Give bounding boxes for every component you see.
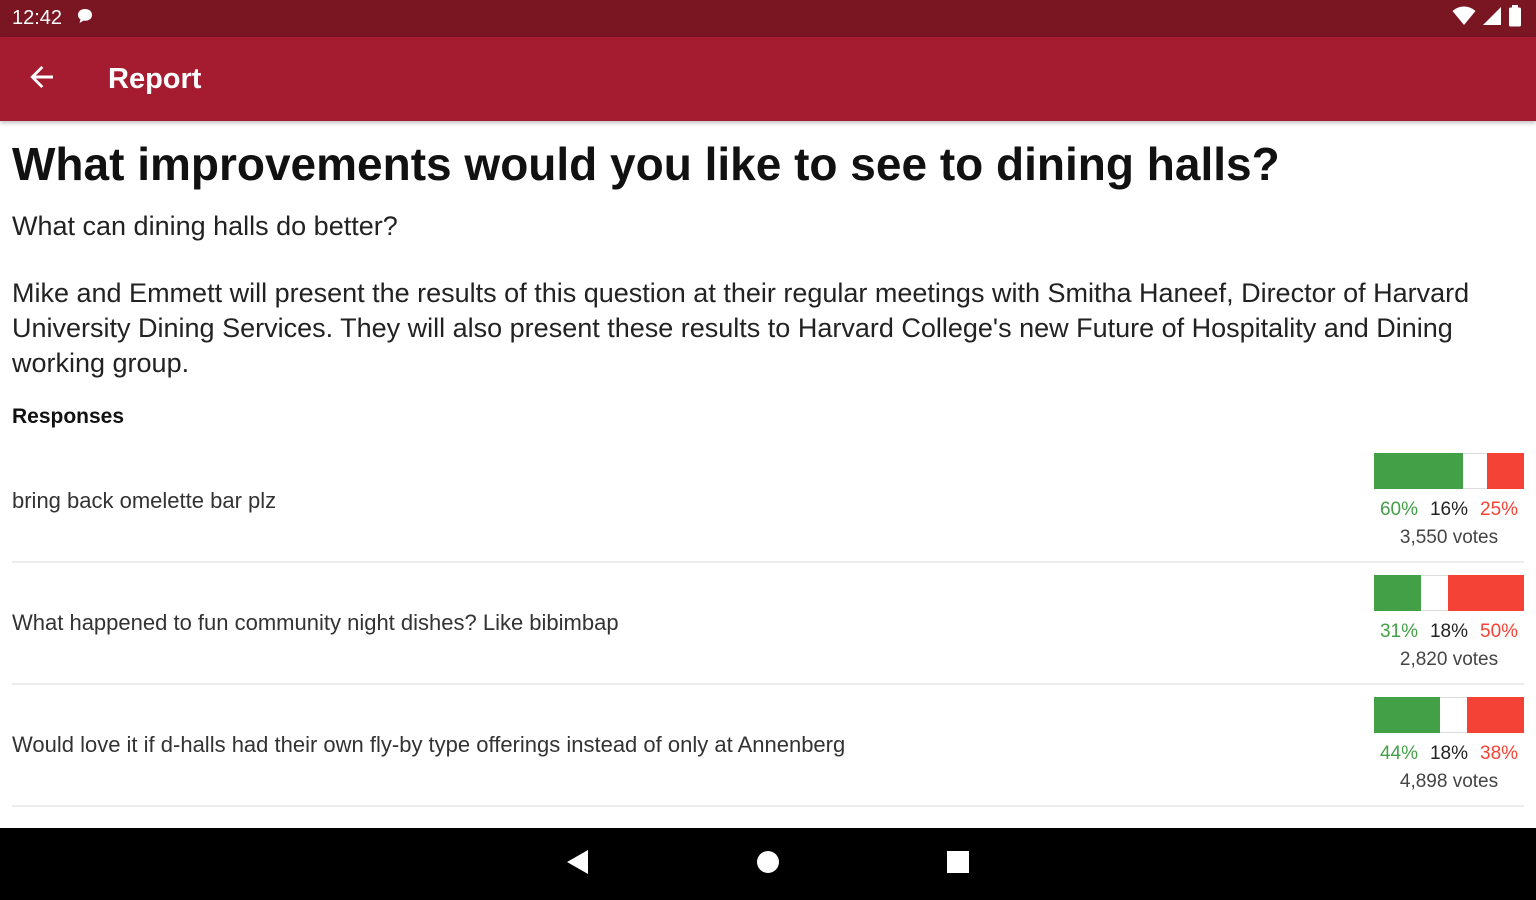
vote-count: 3,550 votes — [1399, 527, 1499, 548]
nav-back-button[interactable] — [558, 844, 598, 884]
vote-bar — [1374, 697, 1524, 733]
vote-bar — [1374, 575, 1524, 611]
system-nav-bar — [0, 828, 1536, 900]
chat-bubble-icon — [76, 7, 94, 31]
disagree-percent: 38% — [1480, 743, 1519, 764]
disagree-percent: 25% — [1480, 499, 1519, 520]
question-title: What improvements would you like to see … — [12, 138, 1280, 190]
signal-icon — [1482, 6, 1502, 31]
vote-count: 2,820 votes — [1399, 649, 1499, 670]
agree-segment — [1374, 575, 1421, 611]
agree-segment — [1374, 453, 1464, 489]
recents-square-icon — [946, 850, 970, 879]
vote-bar — [1374, 453, 1524, 489]
status-bar: 12:42 — [0, 0, 1536, 37]
home-circle-icon — [756, 850, 780, 879]
disagree-segment — [1486, 453, 1524, 489]
response-list: bring back omelette bar plz 60% 16% 25% … — [12, 441, 1524, 807]
vote-summary: 60% 16% 25% 3,550 votes — [1374, 453, 1524, 549]
pass-segment — [1463, 453, 1487, 489]
status-time: 12:42 — [12, 7, 63, 29]
back-button[interactable] — [0, 37, 84, 121]
pass-segment — [1440, 697, 1467, 733]
question-description: Mike and Emmett will present the results… — [12, 278, 1470, 378]
wifi-icon — [1452, 6, 1476, 31]
pass-percent: 18% — [1429, 743, 1469, 764]
battery-icon — [1508, 5, 1522, 32]
report-content: What improvements would you like to see … — [12, 121, 1524, 807]
pass-percent: 18% — [1429, 621, 1469, 642]
agree-percent: 44% — [1379, 743, 1418, 764]
back-triangle-icon — [566, 849, 590, 880]
pass-segment — [1420, 575, 1449, 611]
nav-recents-button[interactable] — [938, 844, 978, 884]
disagree-percent: 50% — [1480, 621, 1519, 642]
response-text: Would love it if d-halls had their own f… — [12, 732, 846, 757]
vote-percentages: 44% 18% 38% — [1380, 743, 1518, 765]
pass-percent: 16% — [1429, 499, 1469, 520]
app-bar: Report — [0, 37, 1536, 121]
response-row[interactable]: Would love it if d-halls had their own f… — [12, 685, 1524, 807]
page-title: Report — [108, 62, 202, 95]
vote-summary: 44% 18% 38% 4,898 votes — [1374, 697, 1524, 793]
disagree-segment — [1467, 697, 1524, 733]
response-row[interactable]: bring back omelette bar plz 60% 16% 25% … — [12, 441, 1524, 563]
agree-percent: 60% — [1379, 499, 1418, 520]
disagree-segment — [1448, 575, 1524, 611]
response-row[interactable]: What happened to fun community night dis… — [12, 563, 1524, 685]
response-text: What happened to fun community night dis… — [12, 610, 619, 635]
nav-home-button[interactable] — [748, 844, 788, 884]
vote-count: 4,898 votes — [1399, 771, 1499, 792]
arrow-back-icon — [28, 63, 56, 96]
responses-heading: Responses — [12, 405, 125, 428]
response-text: bring back omelette bar plz — [12, 488, 277, 513]
vote-summary: 31% 18% 50% 2,820 votes — [1374, 575, 1524, 671]
agree-segment — [1374, 697, 1440, 733]
vote-percentages: 60% 16% 25% — [1380, 499, 1518, 521]
vote-percentages: 31% 18% 50% — [1380, 621, 1518, 643]
agree-percent: 31% — [1379, 621, 1418, 642]
question-subtitle: What can dining halls do better? — [12, 211, 398, 241]
